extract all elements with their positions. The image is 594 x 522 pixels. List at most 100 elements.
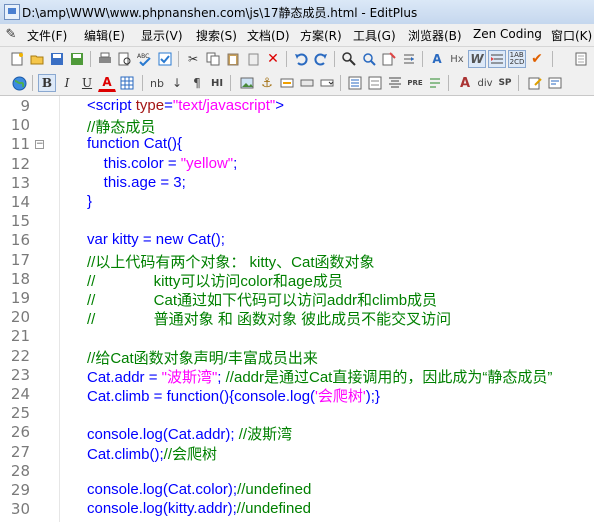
font-size-icon[interactable]: A <box>456 74 474 92</box>
underline-icon[interactable]: U <box>78 74 96 92</box>
open-icon[interactable] <box>28 50 46 68</box>
hr-icon[interactable]: HI <box>208 74 226 92</box>
code-line[interactable]: } <box>87 193 92 210</box>
textarea-icon[interactable] <box>366 74 384 92</box>
goto-line-icon[interactable] <box>400 50 418 68</box>
menu-tools[interactable]: 工具(G) <box>350 27 399 44</box>
menu-browser[interactable]: 浏览器(B) <box>405 27 465 44</box>
input-icon[interactable] <box>298 74 316 92</box>
redo-icon[interactable] <box>312 50 330 68</box>
clip-icon[interactable] <box>572 50 590 68</box>
menu-window[interactable]: 窗口(K) <box>548 27 594 44</box>
form-icon[interactable] <box>278 74 296 92</box>
code-line[interactable]: console.log(kitty.addr);//undefined <box>87 500 311 517</box>
code-token: ; <box>233 154 238 172</box>
menu-search[interactable]: 搜索(S) <box>193 27 240 44</box>
menu-document[interactable]: 文档(D) <box>244 27 293 44</box>
title-bar: D:\amp\WWW\www.phpnanshen.com\js\17静态成员.… <box>0 0 594 25</box>
spell-check-icon[interactable]: ABC <box>136 50 154 68</box>
code-line[interactable]: <script type="text/javascript"> <box>87 97 284 114</box>
code-token: '会爬树' <box>315 388 366 405</box>
abc-icon[interactable]: 1AB 2CD <box>508 50 526 68</box>
new-file-icon[interactable] <box>8 50 26 68</box>
save-icon[interactable] <box>48 50 66 68</box>
menu-zen-coding[interactable]: Zen Coding <box>470 27 545 41</box>
bold-icon[interactable]: B <box>38 74 56 92</box>
code-line[interactable]: // 普通对象 和 函数对象 彼此成员不能交叉访问 <box>87 308 451 329</box>
code-editor[interactable]: 9 10 11 12 13 14 15 16 17 18 19 20 21 22 23 24 25 26 27 28 2… <box>0 96 594 522</box>
code-line[interactable]: var kitty = new Cat(); <box>87 231 225 248</box>
word-wrap-icon[interactable]: W <box>468 50 486 68</box>
line-number: 17 <box>10 250 30 269</box>
print-icon[interactable] <box>96 50 114 68</box>
replace-icon[interactable] <box>360 50 378 68</box>
menu-edit[interactable]: 编辑(E) <box>81 27 128 44</box>
comment-icon[interactable] <box>426 74 444 92</box>
undo-icon[interactable] <box>292 50 310 68</box>
code-line[interactable]: // Cat通过如下代码可以访问addr和climb成员 <box>87 289 437 310</box>
hx-icon[interactable]: Hx <box>448 50 466 68</box>
print-preview-icon[interactable] <box>116 50 134 68</box>
code-token: = <box>164 97 173 114</box>
line-number: 26 <box>10 423 30 442</box>
code-token: Cat.addr = <box>87 368 162 386</box>
paste-plain-icon[interactable] <box>244 50 262 68</box>
code-token: "text/javascript" <box>172 97 276 114</box>
font-a-icon[interactable]: A <box>428 50 446 68</box>
find-icon[interactable] <box>340 50 358 68</box>
select-icon[interactable] <box>318 74 336 92</box>
line-number: 16 <box>10 231 30 250</box>
cut-icon[interactable]: ✂ <box>184 50 202 68</box>
save-all-icon[interactable] <box>68 50 86 68</box>
div-icon[interactable]: div <box>476 74 494 92</box>
image-icon[interactable] <box>238 74 256 92</box>
menu-view[interactable]: 显示(V) <box>138 27 186 44</box>
line-number: 22 <box>10 346 30 365</box>
code-token: type <box>135 97 165 114</box>
code-line[interactable]: //静态成员 <box>87 116 155 137</box>
fold-collapse-icon[interactable]: − <box>35 140 44 150</box>
center-icon[interactable] <box>386 74 404 92</box>
globe-icon[interactable] <box>10 74 28 92</box>
pre-icon[interactable]: PRE <box>406 74 424 92</box>
pencil-icon: ✎ <box>5 26 17 42</box>
menu-project[interactable]: 方案(R) <box>297 27 345 44</box>
copy-icon[interactable] <box>204 50 222 68</box>
code-line[interactable]: function Cat(){ <box>87 135 182 152</box>
line-number: 14 <box>10 193 30 211</box>
code-line[interactable]: //以上代码有两个对象： kitty、Cat函数对象 <box>87 251 375 272</box>
line-break-icon[interactable]: ↓ <box>168 74 186 92</box>
preview-icon[interactable] <box>546 74 564 92</box>
code-token: new <box>155 231 188 249</box>
code-token: > <box>275 97 285 114</box>
line-number-icon[interactable] <box>488 50 506 68</box>
table-icon[interactable] <box>118 74 136 92</box>
code-line[interactable]: Cat.climb = function(){console.log('会爬树'… <box>87 385 380 406</box>
code-line[interactable]: console.log(Cat.color);//undefined <box>87 481 311 498</box>
code-token: "yellow" <box>180 154 234 172</box>
delete-icon[interactable]: ✕ <box>264 50 282 68</box>
find-in-files-icon[interactable] <box>380 50 398 68</box>
code-line[interactable]: console.log(Cat.addr); //波斯湾 <box>87 423 292 444</box>
check-icon[interactable]: ✔ <box>528 50 546 68</box>
code-token: Cat.climb = <box>87 388 167 405</box>
code-line[interactable]: //给Cat函数对象声明/丰富成员出来 <box>87 347 318 368</box>
code-line[interactable]: this.age = 3; <box>87 174 186 191</box>
code-token: // 普通对象 和 函数对象 彼此成员不能交叉访问 <box>87 311 452 329</box>
code-line[interactable]: this.color = "yellow"; <box>87 154 238 172</box>
nbsp-icon[interactable]: nb <box>148 74 166 92</box>
line-number: 15 <box>10 212 30 231</box>
paste-icon[interactable] <box>224 50 242 68</box>
list-icon[interactable] <box>346 74 364 92</box>
code-line[interactable]: // kitty可以访问color和age成员 <box>87 270 343 291</box>
anchor-icon[interactable]: ⚓ <box>258 74 276 92</box>
menu-file[interactable]: 文件(F) <box>24 27 70 44</box>
code-line[interactable]: Cat.climb();//会爬树 <box>87 443 217 464</box>
italic-icon[interactable]: I <box>58 74 76 92</box>
code-line[interactable]: Cat.addr = "波斯湾"; //addr是通过Cat直接调用的，因此成为… <box>87 366 552 387</box>
check-box-icon[interactable] <box>156 50 174 68</box>
paragraph-icon[interactable]: ¶ <box>188 74 206 92</box>
span-icon[interactable]: SP <box>496 74 514 92</box>
font-color-icon[interactable]: A <box>98 74 116 92</box>
edit-icon[interactable] <box>526 74 544 92</box>
